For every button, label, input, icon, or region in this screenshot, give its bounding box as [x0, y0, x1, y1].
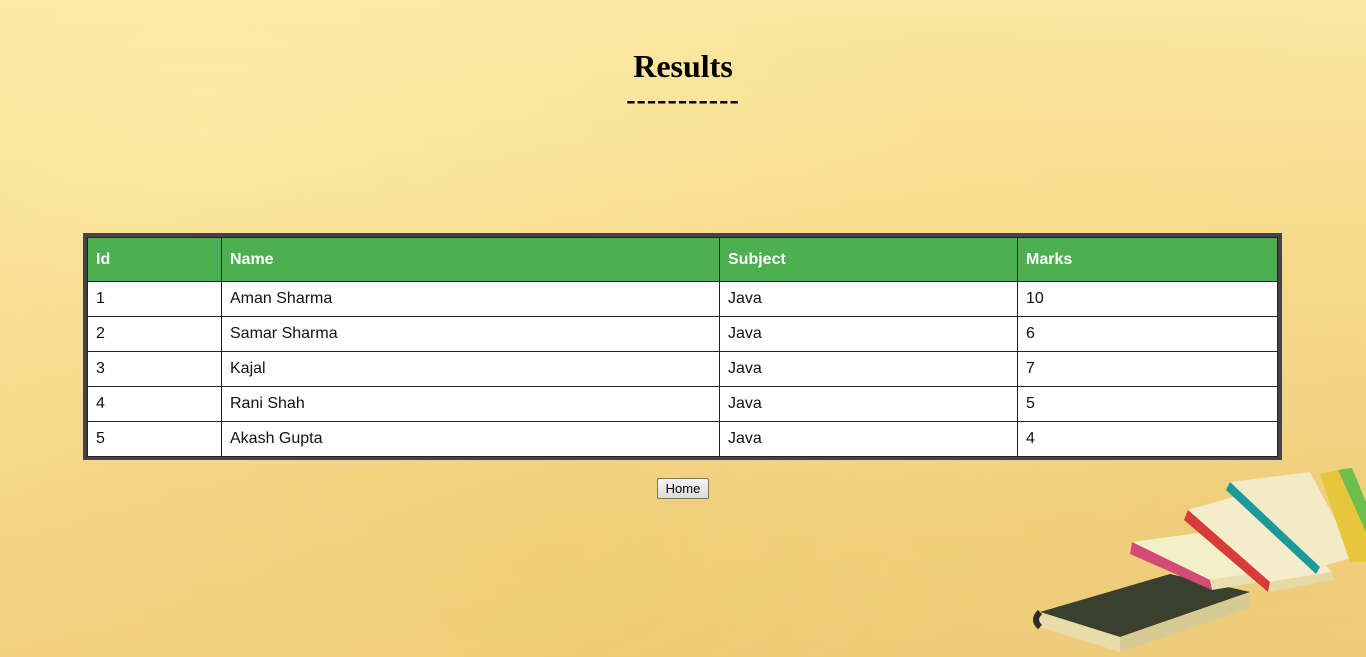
cell-subject: Java [719, 316, 1018, 352]
cell-subject: Java [719, 281, 1018, 317]
table-row: 4 Rani Shah Java 5 [87, 386, 1278, 422]
results-table: Id Name Subject Marks 1 Aman Sharma Java… [87, 237, 1278, 457]
cell-id: 2 [87, 316, 222, 352]
column-header-id: Id [87, 237, 222, 282]
cell-name: Kajal [221, 351, 720, 387]
title-divider: ----------- [626, 85, 740, 116]
cell-name: Samar Sharma [221, 316, 720, 352]
cell-marks: 7 [1017, 351, 1278, 387]
column-header-subject: Subject [719, 237, 1018, 282]
cell-marks: 4 [1017, 421, 1278, 457]
results-table-container: Id Name Subject Marks 1 Aman Sharma Java… [83, 233, 1282, 460]
cell-marks: 6 [1017, 316, 1278, 352]
table-row: 1 Aman Sharma Java 10 [87, 281, 1278, 317]
home-button[interactable]: Home [657, 478, 709, 499]
table-row: 3 Kajal Java 7 [87, 351, 1278, 387]
table-row: 5 Akash Gupta Java 4 [87, 421, 1278, 457]
column-header-marks: Marks [1017, 237, 1278, 282]
stack-of-books-icon [1033, 468, 1366, 652]
cell-id: 5 [87, 421, 222, 457]
cell-id: 1 [87, 281, 222, 317]
cell-id: 3 [87, 351, 222, 387]
cell-subject: Java [719, 386, 1018, 422]
table-row: 2 Samar Sharma Java 6 [87, 316, 1278, 352]
cell-name: Rani Shah [221, 386, 720, 422]
cell-name: Akash Gupta [221, 421, 720, 457]
cell-name: Aman Sharma [221, 281, 720, 317]
cell-id: 4 [87, 386, 222, 422]
column-header-name: Name [221, 237, 720, 282]
cell-marks: 5 [1017, 386, 1278, 422]
cell-marks: 10 [1017, 281, 1278, 317]
cell-subject: Java [719, 351, 1018, 387]
table-header-row: Id Name Subject Marks [87, 237, 1278, 282]
page-title: Results [633, 48, 733, 84]
cell-subject: Java [719, 421, 1018, 457]
